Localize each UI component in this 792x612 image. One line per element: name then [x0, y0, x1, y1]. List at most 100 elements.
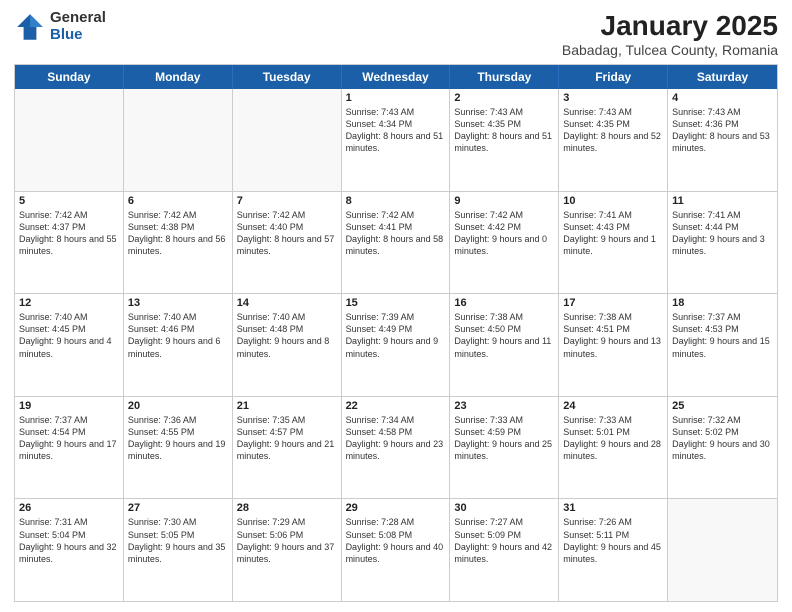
calendar-cell: 30 Sunrise: 7:27 AM Sunset: 5:09 PM Dayli… [450, 499, 559, 601]
calendar-cell: 29 Sunrise: 7:28 AM Sunset: 5:08 PM Dayli… [342, 499, 451, 601]
calendar-header: SundayMondayTuesdayWednesdayThursdayFrid… [15, 65, 777, 89]
day-header-friday: Friday [559, 65, 668, 89]
day-number: 14 [237, 297, 337, 309]
cell-info: Sunrise: 7:37 AM Sunset: 4:53 PM Dayligh… [672, 311, 773, 360]
calendar-cell: 5 Sunrise: 7:42 AM Sunset: 4:37 PM Daylig… [15, 192, 124, 294]
calendar-cell: 19 Sunrise: 7:37 AM Sunset: 4:54 PM Dayli… [15, 397, 124, 499]
day-number: 24 [563, 400, 663, 412]
logo: General Blue [14, 10, 106, 43]
day-number: 23 [454, 400, 554, 412]
calendar-cell: 21 Sunrise: 7:35 AM Sunset: 4:57 PM Dayli… [233, 397, 342, 499]
day-number: 9 [454, 195, 554, 207]
calendar-cell: 20 Sunrise: 7:36 AM Sunset: 4:55 PM Dayli… [124, 397, 233, 499]
cell-info: Sunrise: 7:42 AM Sunset: 4:37 PM Dayligh… [19, 209, 119, 258]
day-header-thursday: Thursday [450, 65, 559, 89]
logo-icon [14, 11, 46, 43]
calendar-cell: 14 Sunrise: 7:40 AM Sunset: 4:48 PM Dayli… [233, 294, 342, 396]
calendar: SundayMondayTuesdayWednesdayThursdayFrid… [14, 64, 778, 602]
day-header-wednesday: Wednesday [342, 65, 451, 89]
cell-info: Sunrise: 7:40 AM Sunset: 4:48 PM Dayligh… [237, 311, 337, 360]
calendar-cell: 25Sunrise: 7:32 AM Sunset: 5:02 PM Dayli… [668, 397, 777, 499]
day-number: 13 [128, 297, 228, 309]
day-number: 21 [237, 400, 337, 412]
day-number: 8 [346, 195, 446, 207]
day-number: 25 [672, 400, 773, 412]
logo-text: General Blue [50, 10, 106, 43]
day-header-sunday: Sunday [15, 65, 124, 89]
day-number: 3 [563, 92, 663, 104]
calendar-cell: 1 Sunrise: 7:43 AM Sunset: 4:34 PM Daylig… [342, 89, 451, 191]
cell-info: Sunrise: 7:37 AM Sunset: 4:54 PM Dayligh… [19, 414, 119, 463]
cell-info: Sunrise: 7:26 AM Sunset: 5:11 PM Dayligh… [563, 516, 663, 565]
calendar-row-1: 1 Sunrise: 7:43 AM Sunset: 4:34 PM Daylig… [15, 89, 777, 191]
calendar-cell: 6Sunrise: 7:42 AM Sunset: 4:38 PM Daylig… [124, 192, 233, 294]
day-number: 20 [128, 400, 228, 412]
day-number: 7 [237, 195, 337, 207]
cell-info: Sunrise: 7:30 AM Sunset: 5:05 PM Dayligh… [128, 516, 228, 565]
calendar-cell: 24 Sunrise: 7:33 AM Sunset: 5:01 PM Dayli… [559, 397, 668, 499]
day-number: 28 [237, 502, 337, 514]
day-header-saturday: Saturday [668, 65, 777, 89]
calendar-cell: 10 Sunrise: 7:41 AM Sunset: 4:43 PM Dayli… [559, 192, 668, 294]
cell-info: Sunrise: 7:34 AM Sunset: 4:58 PM Dayligh… [346, 414, 446, 463]
day-number: 18 [672, 297, 773, 309]
cell-info: Sunrise: 7:42 AM Sunset: 4:40 PM Dayligh… [237, 209, 337, 258]
location-title: Babadag, Tulcea County, Romania [562, 42, 778, 58]
day-number: 2 [454, 92, 554, 104]
page: General Blue January 2025 Babadag, Tulce… [0, 0, 792, 612]
cell-info: Sunrise: 7:35 AM Sunset: 4:57 PM Dayligh… [237, 414, 337, 463]
cell-info: Sunrise: 7:27 AM Sunset: 5:09 PM Dayligh… [454, 516, 554, 565]
day-number: 10 [563, 195, 663, 207]
calendar-row-2: 5 Sunrise: 7:42 AM Sunset: 4:37 PM Daylig… [15, 191, 777, 294]
calendar-cell: 31 Sunrise: 7:26 AM Sunset: 5:11 PM Dayli… [559, 499, 668, 601]
header: General Blue January 2025 Babadag, Tulce… [14, 10, 778, 58]
calendar-row-4: 19 Sunrise: 7:37 AM Sunset: 4:54 PM Dayli… [15, 396, 777, 499]
calendar-cell: 2 Sunrise: 7:43 AM Sunset: 4:35 PM Daylig… [450, 89, 559, 191]
day-header-monday: Monday [124, 65, 233, 89]
calendar-cell: 23Sunrise: 7:33 AM Sunset: 4:59 PM Dayli… [450, 397, 559, 499]
cell-info: Sunrise: 7:40 AM Sunset: 4:45 PM Dayligh… [19, 311, 119, 360]
cell-info: Sunrise: 7:42 AM Sunset: 4:41 PM Dayligh… [346, 209, 446, 258]
day-number: 1 [346, 92, 446, 104]
calendar-cell [15, 89, 124, 191]
cell-info: Sunrise: 7:39 AM Sunset: 4:49 PM Dayligh… [346, 311, 446, 360]
calendar-cell [233, 89, 342, 191]
cell-info: Sunrise: 7:41 AM Sunset: 4:44 PM Dayligh… [672, 209, 773, 258]
calendar-cell: 7 Sunrise: 7:42 AM Sunset: 4:40 PM Daylig… [233, 192, 342, 294]
day-number: 16 [454, 297, 554, 309]
calendar-cell: 26Sunrise: 7:31 AM Sunset: 5:04 PM Dayli… [15, 499, 124, 601]
cell-info: Sunrise: 7:43 AM Sunset: 4:34 PM Dayligh… [346, 106, 446, 155]
day-number: 5 [19, 195, 119, 207]
calendar-cell: 22Sunrise: 7:34 AM Sunset: 4:58 PM Dayli… [342, 397, 451, 499]
calendar-cell: 18 Sunrise: 7:37 AM Sunset: 4:53 PM Dayli… [668, 294, 777, 396]
cell-info: Sunrise: 7:38 AM Sunset: 4:51 PM Dayligh… [563, 311, 663, 360]
title-block: January 2025 Babadag, Tulcea County, Rom… [562, 10, 778, 58]
cell-info: Sunrise: 7:40 AM Sunset: 4:46 PM Dayligh… [128, 311, 228, 360]
calendar-cell: 3Sunrise: 7:43 AM Sunset: 4:35 PM Daylig… [559, 89, 668, 191]
calendar-cell: 4Sunrise: 7:43 AM Sunset: 4:36 PM Daylig… [668, 89, 777, 191]
cell-info: Sunrise: 7:33 AM Sunset: 5:01 PM Dayligh… [563, 414, 663, 463]
cell-info: Sunrise: 7:36 AM Sunset: 4:55 PM Dayligh… [128, 414, 228, 463]
day-number: 19 [19, 400, 119, 412]
calendar-cell: 9 Sunrise: 7:42 AM Sunset: 4:42 PM Daylig… [450, 192, 559, 294]
logo-blue-text: Blue [50, 27, 106, 44]
cell-info: Sunrise: 7:29 AM Sunset: 5:06 PM Dayligh… [237, 516, 337, 565]
cell-info: Sunrise: 7:42 AM Sunset: 4:38 PM Dayligh… [128, 209, 228, 258]
day-number: 31 [563, 502, 663, 514]
calendar-cell: 17Sunrise: 7:38 AM Sunset: 4:51 PM Dayli… [559, 294, 668, 396]
cell-info: Sunrise: 7:43 AM Sunset: 4:35 PM Dayligh… [454, 106, 554, 155]
day-number: 29 [346, 502, 446, 514]
cell-info: Sunrise: 7:41 AM Sunset: 4:43 PM Dayligh… [563, 209, 663, 258]
calendar-cell: 8 Sunrise: 7:42 AM Sunset: 4:41 PM Daylig… [342, 192, 451, 294]
calendar-cell: 11 Sunrise: 7:41 AM Sunset: 4:44 PM Dayli… [668, 192, 777, 294]
cell-info: Sunrise: 7:42 AM Sunset: 4:42 PM Dayligh… [454, 209, 554, 258]
cell-info: Sunrise: 7:38 AM Sunset: 4:50 PM Dayligh… [454, 311, 554, 360]
cell-info: Sunrise: 7:28 AM Sunset: 5:08 PM Dayligh… [346, 516, 446, 565]
day-number: 30 [454, 502, 554, 514]
calendar-cell: 28 Sunrise: 7:29 AM Sunset: 5:06 PM Dayli… [233, 499, 342, 601]
calendar-row-5: 26Sunrise: 7:31 AM Sunset: 5:04 PM Dayli… [15, 498, 777, 601]
day-number: 26 [19, 502, 119, 514]
day-number: 12 [19, 297, 119, 309]
calendar-cell: 16 Sunrise: 7:38 AM Sunset: 4:50 PM Dayli… [450, 294, 559, 396]
day-number: 11 [672, 195, 773, 207]
